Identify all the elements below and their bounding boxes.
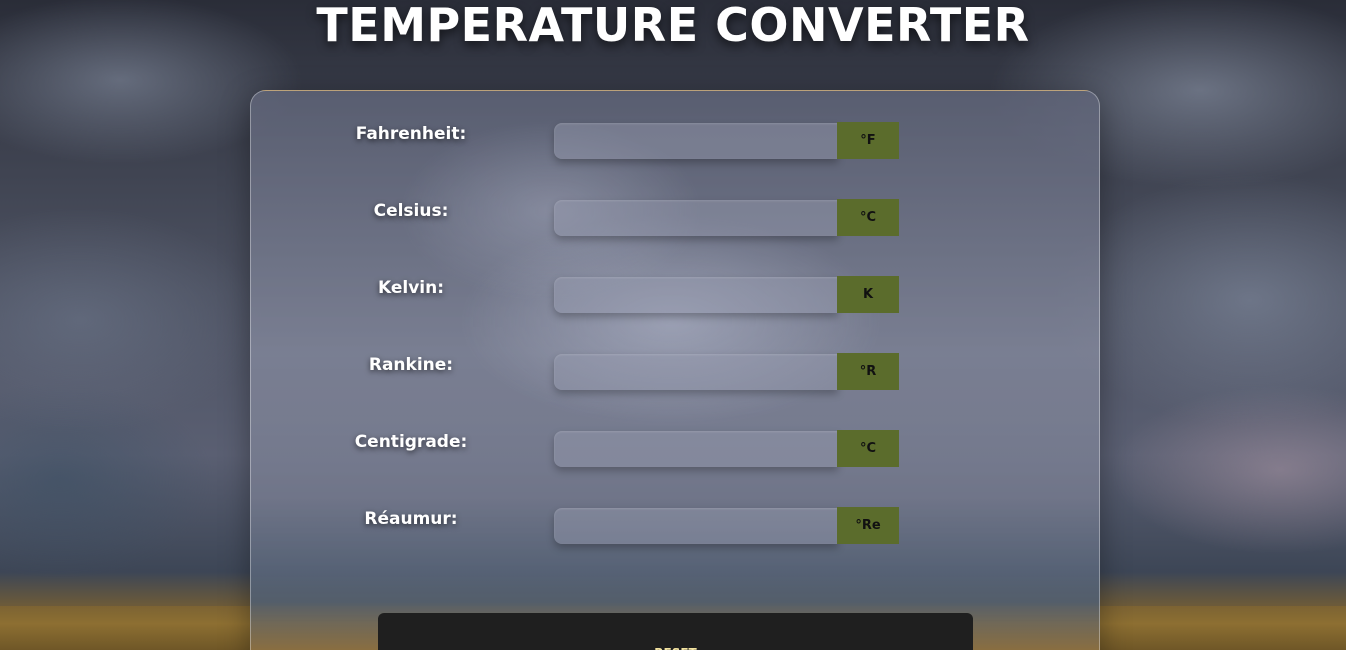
reaumur-input[interactable] [554, 508, 838, 544]
reset-button[interactable]: RESET [378, 613, 973, 650]
converter-panel: Fahrenheit: °F Celsius: °C Kelvin: K Ran… [250, 90, 1100, 650]
reaumur-row: Réaumur: °Re [251, 507, 1099, 545]
reaumur-unit-badge: °Re [837, 507, 899, 544]
centigrade-input[interactable] [554, 431, 838, 467]
centigrade-label: Centigrade: [354, 432, 468, 452]
rankine-unit-badge: °R [837, 353, 899, 390]
kelvin-input[interactable] [554, 277, 838, 313]
page-title: TEMPERATURE CONVERTER [316, 0, 1030, 52]
centigrade-row: Centigrade: °C [251, 430, 1099, 468]
kelvin-row: Kelvin: K [251, 276, 1099, 314]
celsius-input[interactable] [554, 200, 838, 236]
kelvin-unit-badge: K [837, 276, 899, 313]
kelvin-label: Kelvin: [377, 278, 445, 298]
fahrenheit-row: Fahrenheit: °F [251, 122, 1099, 160]
fahrenheit-label: Fahrenheit: [355, 124, 467, 144]
celsius-label: Celsius: [373, 201, 449, 221]
reaumur-label: Réaumur: [364, 509, 458, 529]
rankine-input[interactable] [554, 354, 838, 390]
centigrade-unit-badge: °C [837, 430, 899, 467]
fahrenheit-unit-badge: °F [837, 122, 899, 159]
rankine-label: Rankine: [368, 355, 454, 375]
fahrenheit-input[interactable] [554, 123, 838, 159]
celsius-unit-badge: °C [837, 199, 899, 236]
celsius-row: Celsius: °C [251, 199, 1099, 237]
rankine-row: Rankine: °R [251, 353, 1099, 391]
